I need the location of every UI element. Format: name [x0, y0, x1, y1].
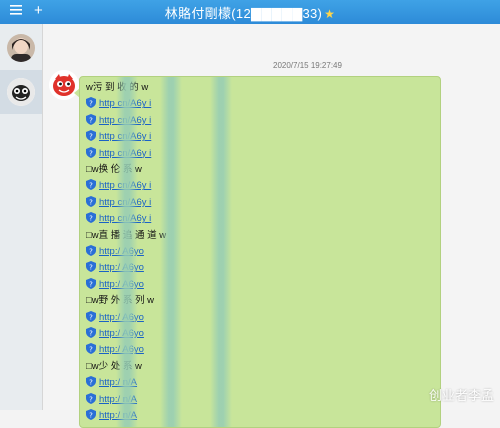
shield-icon: ? — [86, 277, 96, 289]
window-titlebar: + 林賂付剛檬(12▇▇▇▇▇33) ★ — [0, 0, 500, 24]
svg-text:?: ? — [89, 329, 93, 337]
shield-icon: ? — [86, 261, 96, 273]
svg-text:?: ? — [89, 100, 93, 108]
redaction-strip-1 — [116, 77, 138, 427]
svg-text:?: ? — [89, 116, 93, 124]
svg-text:?: ? — [89, 132, 93, 140]
chat-area[interactable]: 2020/7/15 19:27:49 w污 到 收 的 w?http cn/A6… — [43, 24, 500, 428]
shield-icon: ? — [86, 97, 96, 109]
shield-icon: ? — [86, 327, 96, 338]
svg-text:?: ? — [89, 280, 93, 288]
svg-text:?: ? — [89, 313, 93, 321]
contact-sidebar — [0, 24, 43, 410]
redaction-strip-3 — [210, 77, 232, 427]
svg-text:?: ? — [89, 346, 93, 354]
shield-icon: ? — [86, 195, 96, 207]
svg-text:?: ? — [89, 264, 93, 272]
shield-icon: ? — [86, 146, 96, 158]
message-bubble[interactable]: w污 到 收 的 w?http cn/A6y i?http cn/A6y i?h… — [79, 76, 441, 428]
sidebar-item-contact-1[interactable] — [0, 26, 42, 70]
chat-title-text: 林賂付剛檬(12▇▇▇▇▇33) — [164, 6, 323, 21]
message-timestamp: 2020/7/15 19:27:49 — [273, 61, 342, 70]
shield-icon: ? — [86, 409, 96, 420]
shield-icon: ? — [86, 130, 96, 142]
watermark: 创业者李孟 — [428, 388, 494, 403]
shield-icon: ? — [86, 212, 96, 224]
sidebar-item-contact-2[interactable] — [0, 70, 42, 114]
shield-icon: ? — [86, 113, 96, 125]
svg-text:?: ? — [89, 411, 93, 419]
shield-icon: ? — [86, 179, 96, 191]
chat-title: 林賂付剛檬(12▇▇▇▇▇33) ★ — [0, 3, 500, 22]
svg-text:?: ? — [89, 149, 93, 157]
shield-icon: ? — [86, 376, 96, 388]
svg-text:?: ? — [89, 214, 93, 222]
svg-text:?: ? — [89, 198, 93, 206]
shield-icon: ? — [86, 245, 96, 256]
star-icon: ★ — [324, 7, 336, 21]
redaction-strip-2 — [160, 77, 182, 427]
contact-photo-avatar — [7, 34, 35, 62]
shield-icon: ? — [86, 310, 96, 322]
svg-text:?: ? — [89, 378, 93, 386]
svg-text:?: ? — [89, 247, 93, 255]
svg-text:?: ? — [89, 182, 93, 190]
shield-icon: ? — [86, 392, 96, 404]
svg-text:?: ? — [89, 395, 93, 403]
contact-cartoon-avatar — [7, 78, 35, 106]
shield-icon: ? — [86, 343, 96, 355]
